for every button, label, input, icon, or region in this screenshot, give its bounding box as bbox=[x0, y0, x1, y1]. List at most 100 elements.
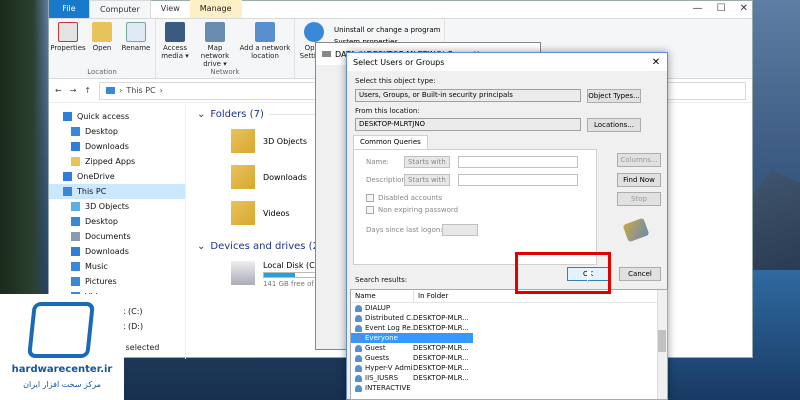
minimize-icon[interactable]: — bbox=[693, 3, 703, 14]
sidebar-item-label: OneDrive bbox=[77, 172, 115, 181]
list-item[interactable]: Hyper-V Admi...DESKTOP-MLR... bbox=[351, 363, 667, 373]
maximize-icon[interactable]: ☐ bbox=[717, 3, 726, 14]
results-header: Name In Folder bbox=[351, 290, 667, 303]
result-name: IIS_IUSRS bbox=[365, 374, 399, 382]
dialog-title-bar: Select Users or Groups ✕ bbox=[347, 53, 667, 71]
uninstall-program-link[interactable]: Uninstall or change a program bbox=[334, 26, 441, 34]
sidebar-item[interactable]: Music bbox=[49, 259, 185, 274]
ribbon-tabs: File Computer View Manage bbox=[49, 0, 752, 19]
list-item[interactable]: Guests DESKTOP-MLR... bbox=[351, 353, 667, 363]
description-input[interactable] bbox=[458, 174, 578, 186]
close-icon[interactable]: ✕ bbox=[740, 3, 748, 14]
sidebar-item[interactable]: Documents bbox=[49, 229, 185, 244]
list-item[interactable]: Distributed C... DESKTOP-MLR... bbox=[351, 313, 667, 323]
name-input[interactable] bbox=[458, 156, 578, 168]
result-name-cell: Event Log Re... bbox=[351, 323, 413, 333]
media-icon bbox=[165, 22, 185, 42]
result-folder: DESKTOP-MLR... bbox=[413, 354, 469, 362]
open-button[interactable]: Open bbox=[86, 22, 118, 52]
forward-arrow-icon[interactable]: → bbox=[70, 86, 77, 95]
folder-label: Downloads bbox=[263, 172, 307, 182]
stop-button[interactable]: Stop bbox=[617, 192, 661, 206]
columns-button[interactable]: Columns... bbox=[617, 153, 661, 167]
result-name-cell: DIALUP bbox=[351, 303, 413, 313]
list-item[interactable]: Guest DESKTOP-MLR... bbox=[351, 343, 667, 353]
add-network-location-button[interactable]: Add a network location bbox=[239, 22, 291, 68]
cancel-button[interactable]: Cancel bbox=[619, 267, 661, 281]
sidebar-item[interactable]: Downloads bbox=[49, 244, 185, 259]
sidebar-item[interactable]: 3D Objects bbox=[49, 199, 185, 214]
sidebar-item[interactable]: Quick access bbox=[49, 109, 185, 124]
close-icon[interactable]: ✕ bbox=[645, 57, 667, 68]
list-item[interactable]: DIALUP bbox=[351, 303, 667, 313]
sidebar-item[interactable]: OneDrive bbox=[49, 169, 185, 184]
watermark-logo: hardwarecenter.ir مرکز سخت افزار ایران bbox=[0, 294, 124, 400]
user-group-icon bbox=[355, 364, 362, 372]
video-folder-icon bbox=[231, 201, 255, 225]
rename-button[interactable]: Rename bbox=[120, 22, 152, 52]
scrollbar-thumb[interactable] bbox=[658, 330, 666, 352]
document-icon bbox=[71, 232, 80, 241]
tab-common-queries[interactable]: Common Queries bbox=[353, 135, 428, 149]
sidebar-item[interactable]: Desktop bbox=[49, 214, 185, 229]
description-filter-select[interactable]: Starts with bbox=[404, 174, 450, 186]
address-chevron-icon: › bbox=[159, 86, 163, 95]
non-expiring-label: Non expiring password bbox=[378, 206, 459, 214]
days-select[interactable] bbox=[442, 224, 478, 236]
access-media-label: Access media ▾ bbox=[161, 44, 189, 60]
results-scrollbar[interactable] bbox=[657, 290, 667, 399]
object-types-button[interactable]: Object Types... bbox=[587, 89, 641, 103]
location-label: From this location: bbox=[355, 107, 420, 115]
tab-file[interactable]: File bbox=[49, 0, 89, 18]
chevron-down-icon: ⌄ bbox=[197, 240, 206, 252]
result-name-cell: INTERACTIVE bbox=[351, 383, 413, 393]
tab-computer[interactable]: Computer bbox=[89, 0, 151, 18]
checkbox-box bbox=[366, 206, 374, 214]
object-type-field: Users, Groups, or Built-in security prin… bbox=[355, 89, 581, 102]
access-media-button[interactable]: Access media ▾ bbox=[159, 22, 191, 68]
tab-view[interactable]: View bbox=[151, 0, 190, 18]
column-name[interactable]: Name bbox=[351, 290, 413, 302]
sidebar-item[interactable]: Pictures bbox=[49, 274, 185, 289]
non-expiring-checkbox[interactable]: Non expiring password bbox=[366, 206, 458, 214]
sidebar-item[interactable]: Downloads bbox=[49, 139, 185, 154]
column-in-folder[interactable]: In Folder bbox=[413, 290, 473, 302]
up-arrow-icon[interactable]: ↑ bbox=[84, 86, 91, 95]
result-name-cell: Guest bbox=[351, 343, 413, 353]
sidebar-item-label: Desktop bbox=[85, 217, 118, 226]
checkbox-box bbox=[366, 194, 374, 202]
sidebar-item[interactable]: This PC bbox=[49, 184, 185, 199]
tab-manage[interactable]: Manage bbox=[189, 0, 242, 18]
folder-open-icon bbox=[92, 22, 112, 42]
result-folder bbox=[413, 383, 473, 393]
map-drive-label: Map network drive ▾ bbox=[200, 44, 230, 68]
list-item[interactable]: Event Log Re... DESKTOP-MLR... bbox=[351, 323, 667, 333]
result-name: Hyper-V Admi... bbox=[365, 364, 413, 372]
list-item[interactable]: Everyone bbox=[351, 333, 667, 343]
result-name-cell: Guests bbox=[351, 353, 413, 363]
download-icon bbox=[71, 247, 80, 256]
properties-button[interactable]: Properties bbox=[50, 22, 86, 52]
sidebar-item[interactable]: Desktop bbox=[49, 124, 185, 139]
user-group-icon bbox=[355, 324, 362, 332]
drive-usage-fill bbox=[264, 273, 296, 277]
back-arrow-icon[interactable]: ← bbox=[55, 86, 62, 95]
desktop-icon bbox=[71, 217, 80, 226]
find-now-button[interactable]: Find Now bbox=[617, 173, 661, 187]
add-location-label: Add a network location bbox=[239, 44, 291, 60]
locations-button[interactable]: Locations... bbox=[587, 118, 641, 132]
sidebar-item-label: Desktop bbox=[85, 127, 118, 136]
sidebar-item-label: Quick access bbox=[77, 112, 130, 121]
result-folder bbox=[413, 333, 473, 343]
cube-icon bbox=[71, 202, 80, 211]
disabled-accounts-checkbox[interactable]: Disabled accounts bbox=[366, 194, 442, 202]
name-filter-select[interactable]: Starts with bbox=[404, 156, 450, 168]
list-item[interactable]: IIS_IUSRS DESKTOP-MLR... bbox=[351, 373, 667, 383]
user-group-icon bbox=[355, 374, 362, 382]
folder-icon bbox=[71, 157, 80, 166]
map-network-drive-button[interactable]: Map network drive ▾ bbox=[193, 22, 237, 68]
rename-icon bbox=[126, 22, 146, 42]
search-results-list[interactable]: Name In Folder DIALUP Distributed C... DES… bbox=[350, 289, 668, 400]
list-item[interactable]: INTERACTIVE bbox=[351, 383, 667, 393]
sidebar-item[interactable]: Zipped Apps bbox=[49, 154, 185, 169]
